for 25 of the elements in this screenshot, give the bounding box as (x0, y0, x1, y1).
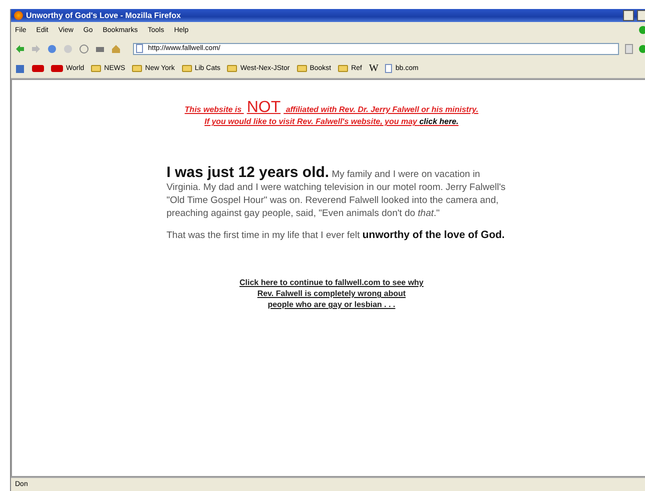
disclaimer-text: This website is NOT affiliated with Rev. Dr. Jerry Falwell or his ministry. (184, 102, 478, 116)
bookmark-item[interactable]: W (369, 63, 378, 74)
firefox-icon (14, 11, 23, 20)
continue-link[interactable]: Click here to continue to fallwell.com to see why Rev. Falwell is completely wrong about people who are gay or lesbian . . . (239, 277, 424, 310)
page-icon (136, 44, 143, 53)
story-paragraph: I was just 12 years old. My family and I were on vacation in Virginia. My dad and I were watching television in our motel room. Jerry Falwell's "Old Time Gospel Hour" was on. Reverend Falwell looked into the camera and, preaching against gay people, said, "Even animals don't do that." (166, 166, 507, 220)
folder-icon (91, 65, 102, 72)
folder-icon (132, 65, 142, 72)
page-icon (385, 64, 392, 73)
disclaimer-text: If you would like to visit Rev. Falwell's website, you may (204, 117, 418, 126)
logo-icon (51, 65, 63, 72)
dropdown-button[interactable] (625, 44, 633, 54)
throbber-icon (639, 26, 645, 34)
folder-icon (338, 65, 348, 72)
logo-icon[interactable] (32, 65, 44, 72)
go-icon[interactable] (639, 44, 645, 52)
folder-icon (182, 65, 192, 72)
window-title: Unworthy of God's Love - Mozilla Firefox (26, 11, 182, 20)
folder-icon (296, 65, 307, 72)
folder-icon (227, 65, 238, 72)
back-icon[interactable] (15, 44, 25, 54)
click-here-link[interactable]: click here. (419, 117, 458, 126)
forward-icon[interactable] (31, 44, 41, 54)
story-paragraph: That was the first time in my life that I ever felt unworthy of the love of God. (166, 229, 506, 242)
home-icon[interactable] (111, 44, 121, 54)
